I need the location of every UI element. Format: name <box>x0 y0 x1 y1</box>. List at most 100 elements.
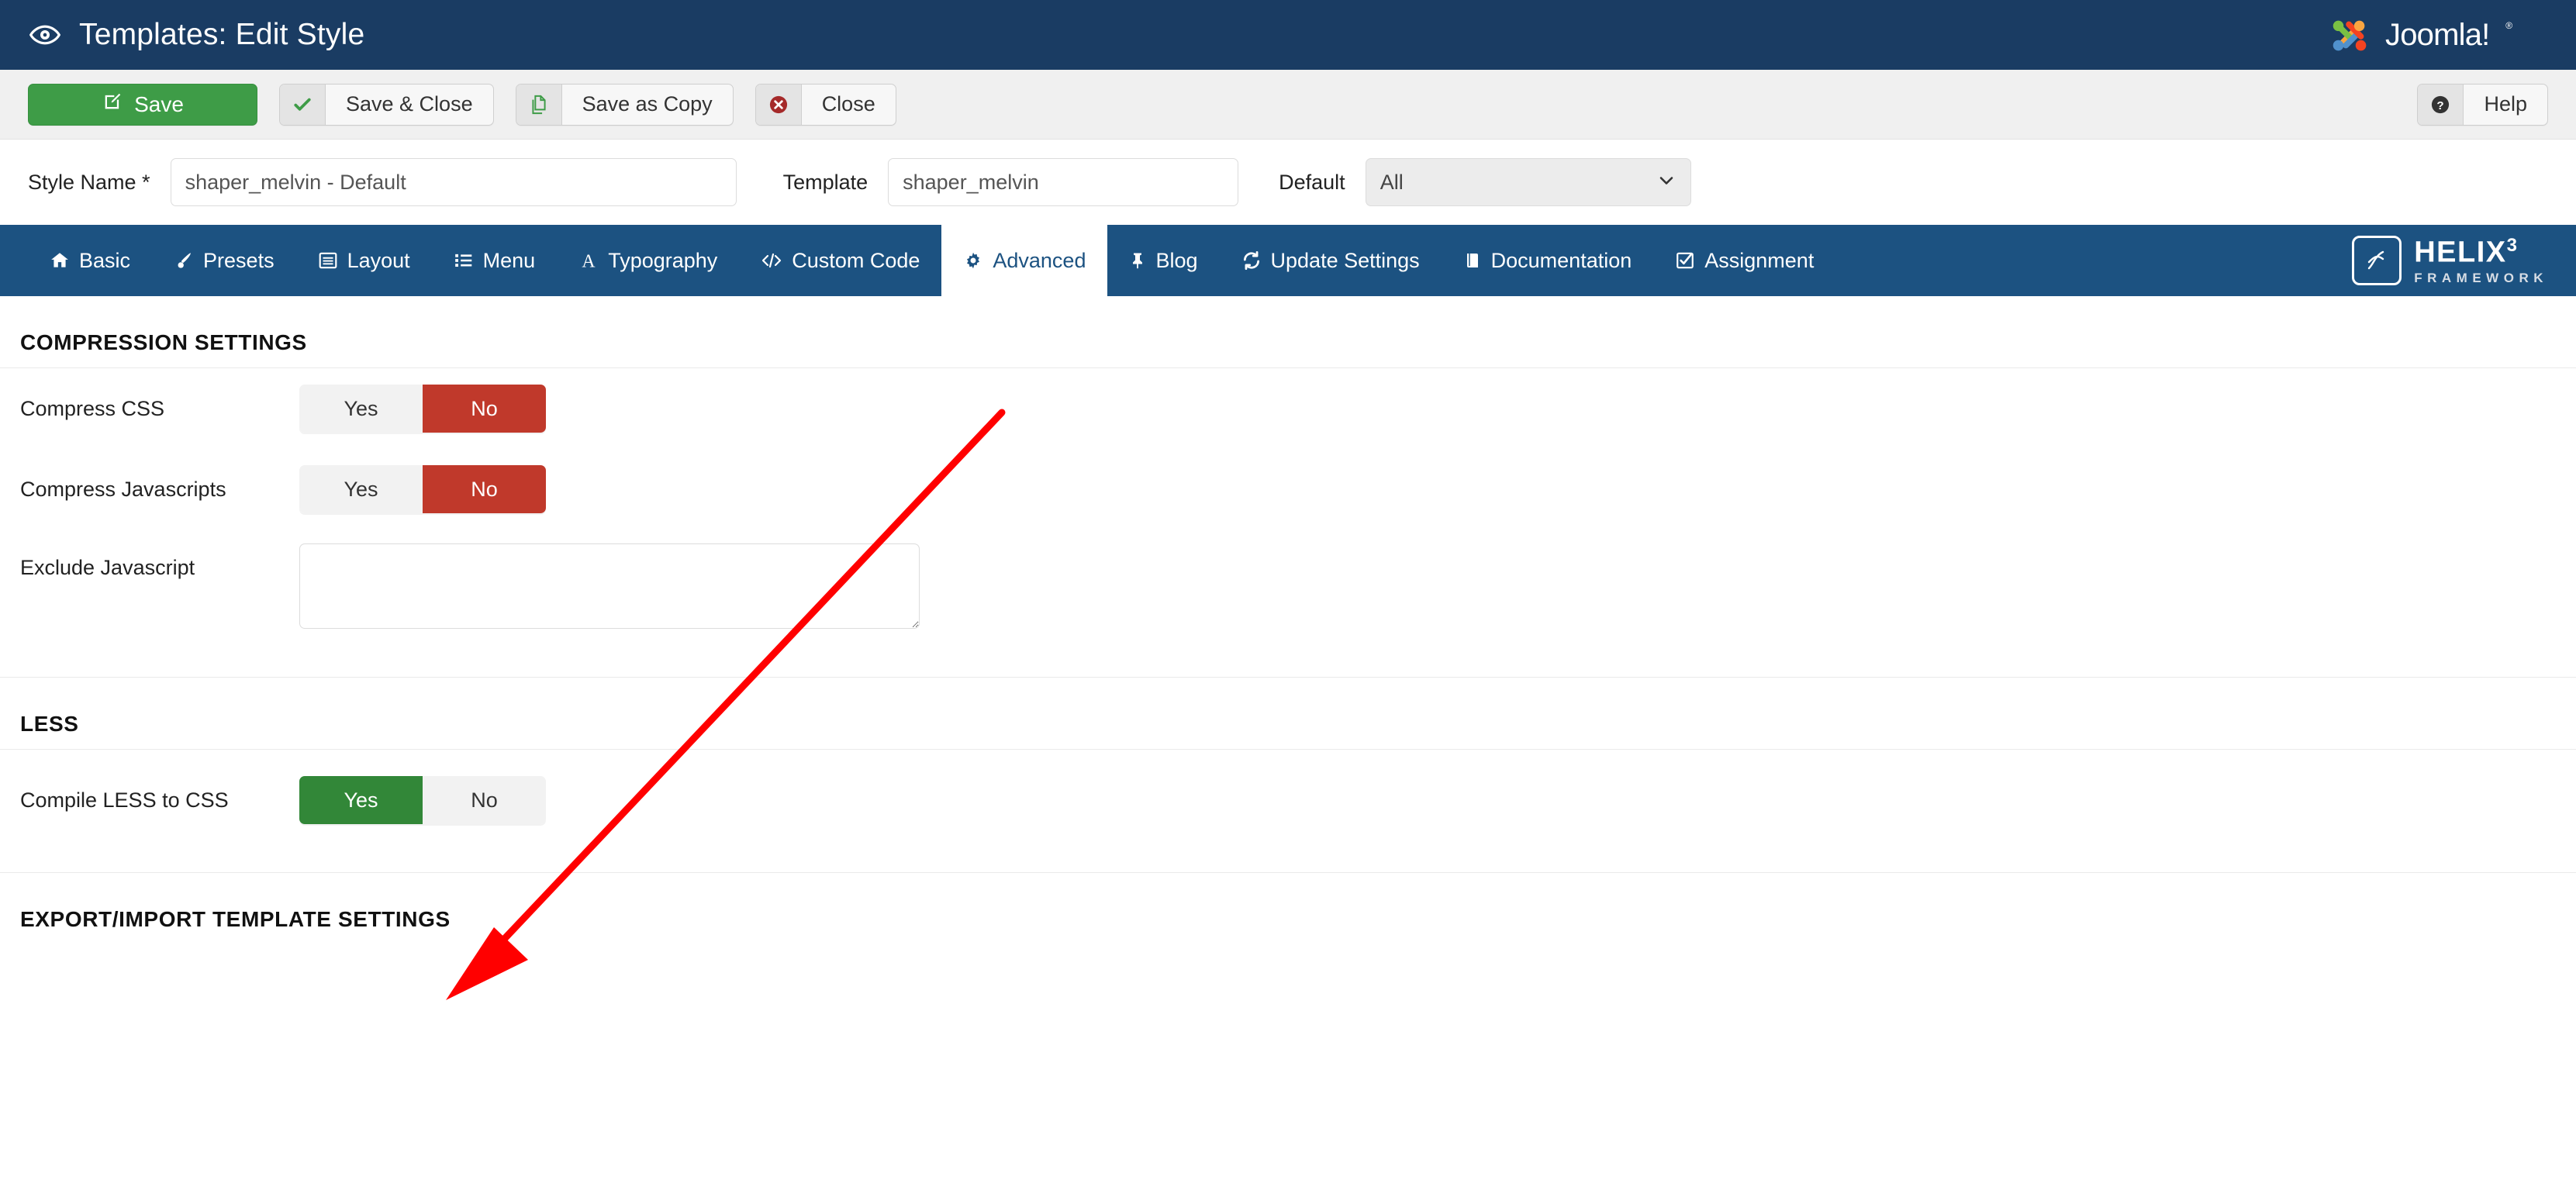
section-title-less: LESS <box>0 678 2576 737</box>
row-exclude-javascript: Exclude Javascript <box>0 530 2576 646</box>
joomla-mark-icon <box>2326 11 2374 59</box>
svg-text:Joomla!: Joomla! <box>2385 18 2489 52</box>
row-compress-css: Compress CSS Yes No <box>0 368 2576 449</box>
close-button-label: Close <box>802 92 896 116</box>
save-copy-button-group: Save as Copy <box>516 84 734 126</box>
save-close-button-group: Save & Close <box>279 84 494 126</box>
check-icon <box>280 85 326 125</box>
default-select-value: All <box>1380 171 1404 195</box>
section-title-compression: COMPRESSION SETTINGS <box>0 296 2576 355</box>
code-icon <box>761 250 782 271</box>
save-and-close-label: Save & Close <box>326 92 493 116</box>
tab-basic-label: Basic <box>79 249 130 273</box>
exclude-javascript-label: Exclude Javascript <box>20 543 299 580</box>
style-name-input[interactable] <box>171 158 737 206</box>
pin-icon <box>1129 250 1146 271</box>
help-button-group: ? Help <box>2417 84 2548 126</box>
section-title-export-import: EXPORT/IMPORT TEMPLATE SETTINGS <box>0 873 2576 932</box>
tab-layout[interactable]: Layout <box>296 225 432 296</box>
list-icon <box>454 250 474 271</box>
tab-basic[interactable]: Basic <box>28 225 152 296</box>
tab-update-settings-label: Update Settings <box>1271 249 1420 273</box>
svg-text:?: ? <box>2437 98 2444 112</box>
eye-icon <box>28 18 62 52</box>
template-label: Template <box>783 171 868 195</box>
save-button[interactable]: Save <box>28 84 257 126</box>
refresh-icon <box>1241 250 1262 271</box>
row-compile-less-to-css: Compile LESS to CSS Yes No <box>0 750 2576 850</box>
pencil-square-icon <box>102 91 123 118</box>
compress-javascripts-toggle: Yes No <box>299 465 546 513</box>
tab-presets[interactable]: Presets <box>152 225 296 296</box>
helix-name: HELIX3 <box>2414 236 2548 267</box>
close-button-group: Close <box>755 84 896 126</box>
style-form-row: Style Name * Template Default All <box>0 140 2576 225</box>
compress-css-toggle: Yes No <box>299 385 546 433</box>
copy-icon <box>516 85 562 125</box>
svg-text:A: A <box>582 252 596 271</box>
helix-wordmark: HELIX3 FRAMEWORK <box>2414 236 2548 285</box>
tab-documentation-label: Documentation <box>1491 249 1632 273</box>
default-field: Default All <box>1279 158 1691 206</box>
compress-css-no[interactable]: No <box>423 385 546 433</box>
close-button[interactable]: Close <box>755 84 896 126</box>
section-compression-settings: COMPRESSION SETTINGS <box>0 296 2576 367</box>
compress-javascripts-no[interactable]: No <box>423 465 546 513</box>
checkbox-icon <box>1675 250 1695 271</box>
section-less: LESS <box>0 678 2576 749</box>
tab-typography-label: Typography <box>608 249 717 273</box>
save-button-group: Save <box>28 84 257 126</box>
close-circle-icon <box>756 85 802 125</box>
compile-less-to-css-no[interactable]: No <box>423 776 546 824</box>
default-label: Default <box>1279 171 1345 195</box>
default-select-wrap: All <box>1366 158 1691 206</box>
template-field: Template <box>783 158 1239 206</box>
gear-icon <box>963 250 983 271</box>
home-icon <box>50 250 70 271</box>
save-as-copy-button[interactable]: Save as Copy <box>516 84 734 126</box>
tab-advanced-label: Advanced <box>993 249 1086 273</box>
helix-framework-logo: HELIX3 FRAMEWORK <box>2352 236 2548 285</box>
helix-subtitle: FRAMEWORK <box>2414 271 2548 285</box>
save-as-copy-label: Save as Copy <box>562 92 733 116</box>
tab-blog[interactable]: Blog <box>1107 225 1219 296</box>
paintbrush-icon <box>174 250 194 271</box>
font-a-icon: A <box>578 250 599 271</box>
helix-version: 3 <box>2507 235 2519 256</box>
question-circle-icon: ? <box>2418 85 2464 125</box>
compile-less-to-css-toggle: Yes No <box>299 776 546 824</box>
tab-custom-code[interactable]: Custom Code <box>739 225 941 296</box>
tab-typography[interactable]: A Typography <box>557 225 739 296</box>
page-title: Templates: Edit Style <box>79 18 364 52</box>
tab-menu[interactable]: Menu <box>432 225 558 296</box>
compress-javascripts-label: Compress Javascripts <box>20 478 299 502</box>
tab-presets-label: Presets <box>203 249 275 273</box>
tab-menu-label: Menu <box>483 249 536 273</box>
exclude-javascript-textarea[interactable] <box>299 543 920 629</box>
tab-update-settings[interactable]: Update Settings <box>1220 225 1442 296</box>
help-button[interactable]: ? Help <box>2417 84 2548 126</box>
editor-toolbar: Save Save & Close Save as Copy <box>0 70 2576 140</box>
tab-layout-label: Layout <box>347 249 410 273</box>
compile-less-to-css-yes[interactable]: Yes <box>299 776 423 824</box>
save-button-label: Save <box>134 92 184 117</box>
joomla-wordmark-icon: Joomla! ® <box>2385 16 2547 53</box>
default-select[interactable]: All <box>1366 158 1691 206</box>
template-input[interactable] <box>888 158 1238 206</box>
help-button-label: Help <box>2464 92 2547 116</box>
compress-css-yes[interactable]: Yes <box>299 385 423 433</box>
advanced-tab-panel: COMPRESSION SETTINGS Compress CSS Yes No… <box>0 296 2576 944</box>
section-export-import: EXPORT/IMPORT TEMPLATE SETTINGS <box>0 873 2576 944</box>
app-header: Templates: Edit Style Joomla! ® <box>0 0 2576 70</box>
joomla-logo-icon: Joomla! ® <box>2326 11 2547 59</box>
compress-css-label: Compress CSS <box>20 397 299 421</box>
tab-advanced[interactable]: Advanced <box>941 225 1107 296</box>
compress-javascripts-yes[interactable]: Yes <box>299 465 423 513</box>
tab-assignment[interactable]: Assignment <box>1653 225 1835 296</box>
tab-blog-label: Blog <box>1155 249 1197 273</box>
layout-icon <box>318 250 338 271</box>
tab-documentation[interactable]: Documentation <box>1442 225 1654 296</box>
helix-tab-bar: Basic Presets Layout Me <box>0 225 2576 296</box>
compile-less-to-css-label: Compile LESS to CSS <box>20 788 299 813</box>
save-and-close-button[interactable]: Save & Close <box>279 84 494 126</box>
